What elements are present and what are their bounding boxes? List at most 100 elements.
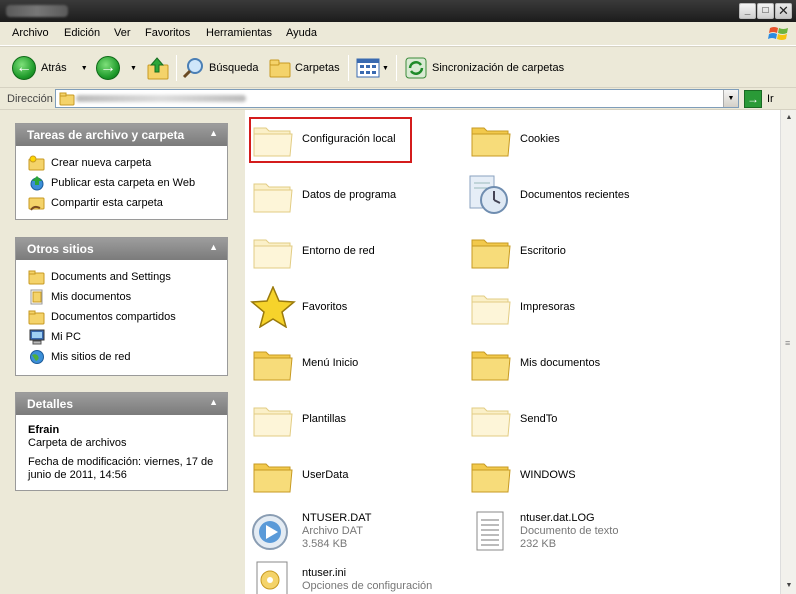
task-label: Crear nueva carpeta: [51, 157, 152, 169]
vertical-scrollbar[interactable]: ▲ ≡ ▼: [780, 110, 796, 594]
file-item-documentos-recientes[interactable]: Documentos recientes: [468, 172, 629, 218]
shared-folder-icon: [28, 310, 45, 325]
back-button[interactable]: ← Atrás ▼: [12, 53, 88, 83]
maximize-button[interactable]: □: [757, 3, 774, 19]
views-dropdown-icon[interactable]: ▼: [382, 65, 389, 72]
menu-herramientas[interactable]: Herramientas: [206, 27, 272, 39]
file-name: Menú Inicio: [302, 356, 359, 369]
forward-button[interactable]: → ▼: [96, 53, 137, 83]
file-item-escritorio[interactable]: Escritorio: [468, 228, 566, 274]
scroll-up-icon[interactable]: ▲: [782, 110, 796, 126]
file-item-mis-documentos[interactable]: Mis documentos: [468, 340, 600, 386]
up-folder-button[interactable]: [146, 53, 170, 83]
search-button[interactable]: Búsqueda: [182, 53, 259, 83]
menu-edicion[interactable]: Edición: [64, 27, 100, 39]
file-item-ntuser-ini[interactable]: ntuser.ini Opciones de configuración: [250, 560, 432, 594]
file-item-configuracion-local[interactable]: Configuración local: [250, 116, 396, 162]
panel-header[interactable]: Tareas de archivo y carpeta ▲: [16, 124, 227, 146]
task-share-folder[interactable]: Compartir esta carpeta: [28, 193, 227, 213]
collapse-chevron-icon[interactable]: ▲: [209, 242, 218, 252]
file-item-ntuser-dat-log[interactable]: ntuser.dat.LOG Documento de texto 232 KB: [468, 508, 618, 554]
task-publish-web[interactable]: Publicar esta carpeta en Web: [28, 173, 227, 193]
address-dropdown-icon[interactable]: ▼: [723, 90, 738, 107]
collapse-chevron-icon[interactable]: ▲: [209, 397, 218, 407]
folder-icon: [471, 351, 511, 381]
folder-icon: [28, 270, 45, 285]
file-name: ntuser.ini: [302, 567, 347, 579]
panel-header[interactable]: Otros sitios ▲: [16, 238, 227, 260]
folder-faded-icon: [471, 295, 511, 325]
place-my-computer[interactable]: Mi PC: [28, 327, 227, 347]
file-item-windows[interactable]: WINDOWS: [468, 452, 576, 498]
folder-icon: [471, 463, 511, 493]
address-bar: Dirección ▼ → Ir: [0, 88, 796, 110]
star-icon: [250, 286, 296, 328]
my-documents-icon: [30, 289, 43, 305]
details-type: Carpeta de archivos: [28, 437, 127, 449]
search-label: Búsqueda: [209, 62, 259, 74]
place-my-documents[interactable]: Mis documentos: [28, 287, 227, 307]
file-item-menu-inicio[interactable]: Menú Inicio: [250, 340, 358, 386]
file-name: NTUSER.DAT: [302, 511, 372, 524]
go-button[interactable]: → Ir: [744, 90, 774, 108]
folder-icon: [471, 127, 511, 157]
forward-dropdown-icon[interactable]: ▼: [130, 65, 137, 72]
network-globe-icon: [30, 350, 44, 364]
file-size: 232 KB: [520, 537, 557, 550]
file-type: Documento de texto: [520, 524, 619, 537]
task-label: Publicar esta carpeta en Web: [51, 177, 196, 189]
file-item-cookies[interactable]: Cookies: [468, 116, 560, 162]
place-documents-and-settings[interactable]: Documents and Settings: [28, 267, 227, 287]
back-dropdown-icon[interactable]: ▼: [81, 65, 88, 72]
file-name: WINDOWS: [520, 468, 576, 481]
folders-label: Carpetas: [295, 62, 340, 74]
scroll-grip-icon[interactable]: ≡: [785, 338, 793, 348]
address-label: Dirección: [7, 93, 53, 105]
toolbar-separator: [176, 55, 177, 81]
close-button[interactable]: ✕: [775, 3, 792, 19]
publish-web-icon: [30, 176, 44, 191]
file-item-plantillas[interactable]: Plantillas: [250, 396, 346, 442]
file-item-impresoras[interactable]: Impresoras: [468, 284, 575, 330]
file-item-sendto[interactable]: SendTo: [468, 396, 557, 442]
menu-favoritos[interactable]: Favoritos: [145, 27, 190, 39]
file-name: Entorno de red: [302, 244, 375, 257]
file-info: ntuser.dat.LOG Documento de texto 232 KB: [520, 512, 618, 551]
folders-button[interactable]: Carpetas: [268, 53, 340, 83]
task-new-folder[interactable]: Crear nueva carpeta: [28, 153, 227, 173]
title-bar: _ □ ✕: [0, 0, 796, 22]
file-name: Mis documentos: [520, 356, 601, 369]
menu-ver[interactable]: Ver: [114, 27, 131, 39]
file-name: Plantillas: [302, 412, 347, 425]
file-type: Archivo DAT: [302, 524, 363, 537]
menu-ayuda[interactable]: Ayuda: [286, 27, 317, 39]
folder-faded-icon: [253, 183, 293, 213]
file-item-entorno-de-red[interactable]: Entorno de red: [250, 228, 375, 274]
panel-header[interactable]: Detalles ▲: [16, 393, 227, 415]
file-item-ntuser-dat[interactable]: NTUSER.DAT Archivo DAT 3.584 KB: [250, 508, 371, 554]
address-path-blurred: [76, 95, 246, 102]
collapse-chevron-icon[interactable]: ▲: [209, 128, 218, 138]
file-info: ntuser.ini Opciones de configuración: [302, 560, 432, 593]
computer-icon: [29, 329, 45, 345]
file-name: ntuser.dat.LOG: [520, 511, 595, 524]
sync-icon: [405, 57, 427, 79]
menu-archivo[interactable]: Archivo: [12, 27, 49, 39]
file-type: Opciones de configuración: [302, 580, 433, 592]
minimize-button[interactable]: _: [739, 3, 756, 19]
file-item-userdata[interactable]: UserData: [250, 452, 348, 498]
sync-folders-button[interactable]: Sincronización de carpetas: [404, 53, 564, 83]
file-name: Cookies: [520, 132, 560, 145]
place-label: Documents and Settings: [51, 271, 171, 283]
details-modified-line2: junio de 2011, 14:56: [28, 469, 127, 481]
address-input[interactable]: ▼: [55, 89, 739, 108]
scroll-down-icon[interactable]: ▼: [782, 578, 796, 594]
place-shared-documents[interactable]: Documentos compartidos: [28, 307, 227, 327]
file-item-favoritos[interactable]: Favoritos: [250, 284, 347, 330]
recent-documents-icon: [469, 175, 508, 214]
file-item-datos-de-programa[interactable]: Datos de programa: [250, 172, 396, 218]
place-label: Documentos compartidos: [51, 311, 176, 323]
place-network-places[interactable]: Mis sitios de red: [28, 347, 227, 367]
views-button[interactable]: ▼: [356, 53, 389, 83]
file-size: 3.584 KB: [302, 537, 348, 550]
